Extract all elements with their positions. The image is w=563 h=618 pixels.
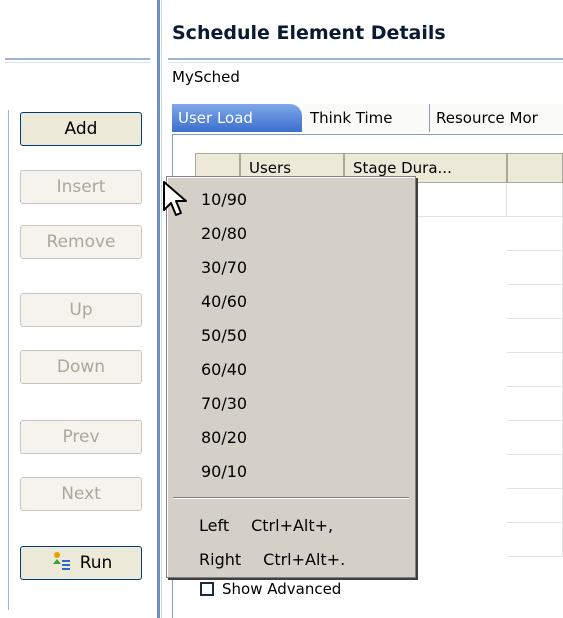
sash[interactable]	[157, 0, 160, 618]
prev-label: Prev	[62, 427, 100, 447]
menu-item-20-80[interactable]: 20/80	[167, 217, 415, 251]
tab-resource-monitoring[interactable]: Resource Mor	[430, 104, 563, 132]
section-title: Schedule Element Details	[172, 22, 446, 44]
table-cell[interactable]	[507, 353, 563, 387]
down-button[interactable]: Down	[20, 350, 142, 384]
schedule-name: MySched	[172, 68, 240, 86]
table-cell[interactable]	[507, 217, 563, 251]
menu-item-70-30[interactable]: 70/30	[167, 387, 415, 421]
table-cell[interactable]	[507, 523, 563, 557]
menu-item-50-50[interactable]: 50/50	[167, 319, 415, 353]
tab-bar: User Load Think Time Resource Mor	[172, 104, 563, 135]
table-cell[interactable]	[507, 387, 563, 421]
run-icon	[50, 550, 72, 577]
sash-edge	[161, 0, 162, 618]
tab-think-time[interactable]: Think Time	[304, 104, 430, 132]
table-cell[interactable]	[507, 319, 563, 353]
show-advanced[interactable]: Show Advanced	[200, 580, 341, 598]
run-label: Run	[79, 553, 113, 573]
table-cell[interactable]	[507, 489, 563, 523]
menu-separator	[173, 497, 409, 499]
menu-item-label: Left	[199, 516, 230, 535]
menu-item-right[interactable]: Right Ctrl+Alt+.	[167, 543, 415, 577]
menu-item-40-60[interactable]: 40/60	[167, 285, 415, 319]
context-menu: 10/90 20/80 30/70 40/60 50/50 60/40 70/3…	[166, 176, 416, 578]
down-label: Down	[56, 357, 106, 377]
table-cell[interactable]	[507, 455, 563, 489]
mouse-cursor-icon	[163, 181, 187, 216]
insert-label: Insert	[56, 177, 106, 197]
divider	[168, 62, 563, 63]
prev-button[interactable]: Prev	[20, 420, 142, 454]
menu-item-60-40[interactable]: 60/40	[167, 353, 415, 387]
divider	[168, 58, 563, 60]
menu-item-shortcut: Ctrl+Alt+.	[263, 550, 346, 569]
menu-item-90-10[interactable]: 90/10	[167, 455, 415, 489]
menu-item-shortcut: Ctrl+Alt+,	[251, 516, 334, 535]
menu-item-label: Right	[199, 550, 242, 569]
show-advanced-label: Show Advanced	[222, 580, 342, 598]
table-cell[interactable]	[507, 183, 563, 217]
menu-item-left[interactable]: Left Ctrl+Alt+,	[167, 509, 415, 543]
table-cell[interactable]	[507, 285, 563, 319]
menu-item-30-70[interactable]: 30/70	[167, 251, 415, 285]
add-button[interactable]: Add	[20, 112, 142, 146]
up-button[interactable]: Up	[20, 293, 142, 327]
remove-label: Remove	[46, 232, 116, 252]
run-button[interactable]: Run	[20, 546, 142, 580]
show-advanced-checkbox[interactable]	[200, 582, 214, 596]
up-label: Up	[69, 300, 93, 320]
table-cell[interactable]	[507, 251, 563, 285]
add-label: Add	[64, 119, 98, 139]
next-label: Next	[61, 484, 101, 504]
divider	[5, 58, 150, 60]
divider	[8, 110, 9, 610]
menu-item-10-90[interactable]: 10/90	[167, 183, 415, 217]
menu-item-80-20[interactable]: 80/20	[167, 421, 415, 455]
table-cell[interactable]	[507, 421, 563, 455]
left-pane: Add Insert Remove Up Down Prev Next Run	[0, 0, 155, 618]
remove-button[interactable]: Remove	[20, 225, 142, 259]
insert-button[interactable]: Insert	[20, 170, 142, 204]
next-button[interactable]: Next	[20, 477, 142, 511]
column-header[interactable]	[507, 153, 563, 183]
divider	[5, 62, 150, 63]
tab-user-load[interactable]: User Load	[172, 104, 302, 132]
